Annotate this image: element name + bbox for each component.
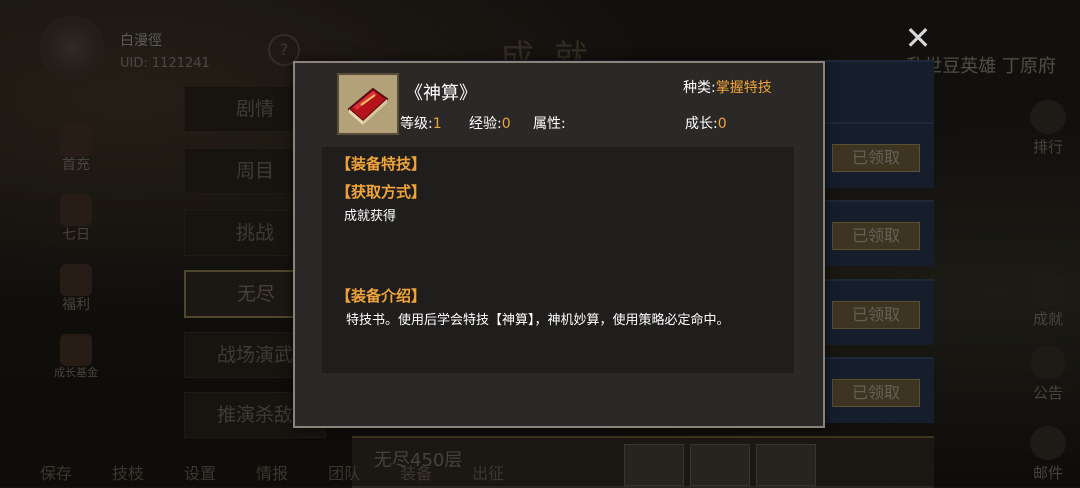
close-icon[interactable]: ✕ xyxy=(902,22,934,54)
item-detail-dialog: 《神算》 种类:掌握特技 等级:1 经验:0 属性: 成长:0 【装备特技】 【… xyxy=(293,61,825,428)
attribute-label: 属性: xyxy=(533,116,566,132)
exp-label: 经验: xyxy=(469,116,502,132)
growth-label: 成长: xyxy=(685,116,718,132)
growth-stat: 成长:0 xyxy=(685,113,727,133)
item-detail-panel: 【装备特技】 【获取方式】 成就获得 【装备介绍】 特技书。使用后学会特技【神算… xyxy=(322,147,794,373)
item-name: 《神算》 xyxy=(405,83,477,104)
exp-stat: 经验:0 xyxy=(469,113,511,133)
attribute-stat: 属性: xyxy=(533,113,566,133)
red-book-icon xyxy=(337,73,399,135)
item-intro-header: 【装备介绍】 xyxy=(336,287,427,305)
level-stat: 等级:1 xyxy=(400,113,442,133)
kind-value: 掌握特技 xyxy=(715,80,772,96)
level-value: 1 xyxy=(432,116,442,132)
kind-label: 种类: xyxy=(683,80,716,96)
equip-skill-header: 【装备特技】 xyxy=(336,155,427,173)
growth-value: 0 xyxy=(717,116,727,132)
obtain-method-text: 成就获得 xyxy=(344,209,397,224)
exp-value: 0 xyxy=(501,116,511,132)
obtain-method-header: 【获取方式】 xyxy=(336,183,427,201)
level-label: 等级: xyxy=(400,116,433,132)
item-kind: 种类:掌握特技 xyxy=(683,77,772,97)
item-intro-text: 特技书。使用后学会特技【神算】，神机妙算，使用策略必定命中。 xyxy=(346,313,730,328)
